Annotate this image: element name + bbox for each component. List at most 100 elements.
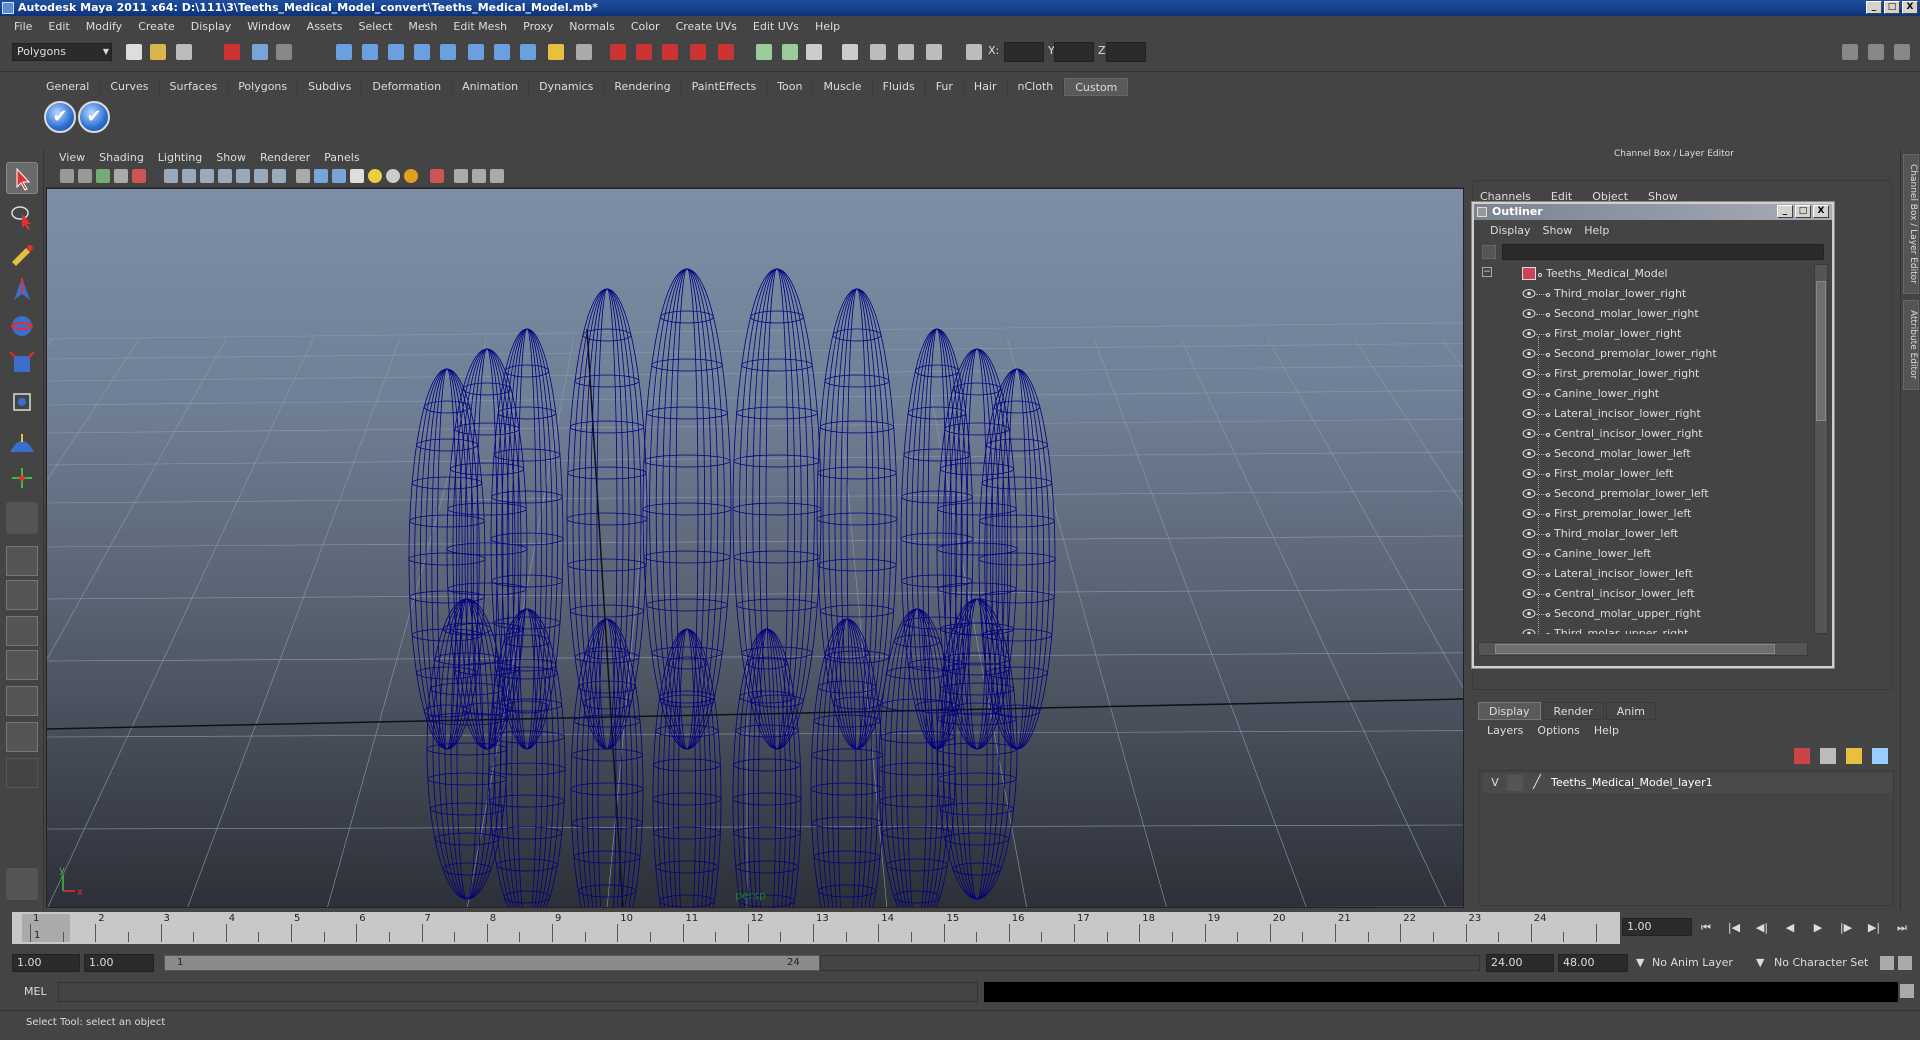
ipr-render-icon[interactable] <box>636 44 652 60</box>
shelf-tab-fur[interactable]: Fur <box>925 78 964 96</box>
show-hide-tool-settings-icon[interactable] <box>1868 44 1884 60</box>
shelf-tab-curves[interactable]: Curves <box>100 78 160 96</box>
animation-start-field[interactable]: 1.00 <box>12 954 80 972</box>
outliner-item[interactable]: Central_incisor_lower_right <box>1478 424 1808 444</box>
outliner-item[interactable]: Lateral_incisor_lower_left <box>1478 564 1808 584</box>
paint-select-tool-icon[interactable] <box>6 238 38 270</box>
menu-edit[interactable]: Edit <box>40 20 77 33</box>
outliner-item[interactable]: Second_molar_lower_right <box>1478 304 1808 324</box>
layer-playback-toggle[interactable] <box>1507 775 1523 791</box>
save-scene-icon[interactable] <box>176 44 192 60</box>
outliner-item[interactable]: Central_incisor_lower_left <box>1478 584 1808 604</box>
shelf-tab-custom[interactable]: Custom <box>1064 78 1129 96</box>
safe-action-icon[interactable] <box>254 169 268 183</box>
output-ops-icon[interactable] <box>782 44 798 60</box>
new-layer-icon[interactable] <box>1794 748 1810 764</box>
tooth-mesh[interactable] <box>732 268 822 750</box>
shelf-tab-subdivs[interactable]: Subdivs <box>298 78 363 96</box>
go-to-start-icon[interactable]: ⏮ <box>1698 921 1714 935</box>
step-forward-frame-icon[interactable]: |▶ <box>1838 921 1854 935</box>
layout-collapse-icon[interactable] <box>6 758 38 788</box>
custom-shelf-button-2[interactable]: ✔ <box>78 101 110 133</box>
outliner-item[interactable]: Second_premolar_lower_right <box>1478 344 1808 364</box>
character-set-dropdown[interactable]: No Character Set <box>1774 954 1868 972</box>
menu-mesh[interactable]: Mesh <box>400 20 445 33</box>
smooth-shading-icon[interactable] <box>314 169 328 183</box>
soft-modification-icon[interactable] <box>6 426 38 458</box>
layer-tab-anim[interactable]: Anim <box>1605 702 1656 720</box>
snap-surface-icon[interactable] <box>440 44 456 60</box>
shelf-tab-rendering[interactable]: Rendering <box>604 78 682 96</box>
hypershade-icon[interactable] <box>690 44 706 60</box>
select-tool-icon[interactable] <box>6 162 38 194</box>
rotate-tool-icon[interactable] <box>6 310 38 342</box>
maximize-button[interactable]: □ <box>1884 1 1900 14</box>
char-set-chevron-icon[interactable]: ▼ <box>1756 954 1764 972</box>
range-slider-track[interactable] <box>820 955 1480 971</box>
playback-end-field[interactable]: 24.00 <box>1486 954 1554 972</box>
isolate-select-icon[interactable] <box>430 169 444 183</box>
outliner-menu-display[interactable]: Display <box>1484 224 1537 237</box>
outliner-item[interactable]: Lateral_incisor_lower_right <box>1478 404 1808 424</box>
outliner-item[interactable]: Canine_lower_right <box>1478 384 1808 404</box>
layer-menu-options[interactable]: Options <box>1530 724 1586 737</box>
image-plane-icon[interactable] <box>114 169 128 183</box>
step-back-key-icon[interactable]: |◀ <box>1726 921 1742 935</box>
shelf-tab-muscle[interactable]: Muscle <box>813 78 873 96</box>
menu-proxy[interactable]: Proxy <box>515 20 561 33</box>
shelf-tab-deformation[interactable]: Deformation <box>362 78 453 96</box>
script-editor-icon[interactable] <box>1900 984 1914 998</box>
outliner-horizontal-scrollbar[interactable] <box>1478 642 1808 656</box>
outliner-search-input[interactable] <box>1502 244 1824 260</box>
tooth-mesh[interactable] <box>936 348 1018 750</box>
tooth-mesh[interactable] <box>732 628 802 908</box>
outliner-root-row[interactable]: − Teeths_Medical_Model <box>1478 264 1808 284</box>
shelf-tab-painteffects[interactable]: PaintEffects <box>681 78 768 96</box>
teeth-wireframe-model[interactable] <box>408 268 1056 908</box>
history-icon[interactable] <box>468 44 484 60</box>
move-tool-icon[interactable] <box>6 274 38 306</box>
outliner-minimize-button[interactable]: _ <box>1777 205 1793 218</box>
field-chart-icon[interactable] <box>236 169 250 183</box>
bookmark-icon[interactable] <box>96 169 110 183</box>
outliner-vertical-scrollbar[interactable] <box>1814 264 1828 634</box>
shelf-tab-surfaces[interactable]: Surfaces <box>159 78 229 96</box>
auto-key-icon[interactable] <box>1880 956 1894 970</box>
menu-assets[interactable]: Assets <box>299 20 351 33</box>
snap-curve-icon[interactable] <box>362 44 378 60</box>
outliner-item[interactable]: First_premolar_lower_right <box>1478 364 1808 384</box>
textured-icon[interactable] <box>350 169 364 183</box>
layer-visibility-toggle[interactable]: V <box>1487 775 1503 791</box>
layer-tab-render[interactable]: Render <box>1542 702 1604 720</box>
outliner-item[interactable]: First_molar_lower_right <box>1478 324 1808 344</box>
shelf-tab-hair[interactable]: Hair <box>963 78 1008 96</box>
outliner-menu-show[interactable]: Show <box>1537 224 1579 237</box>
shelf-tab-general[interactable]: General <box>36 78 101 96</box>
snap-plane-icon[interactable] <box>414 44 430 60</box>
layer-color-swatch-icon[interactable]: ╱ <box>1533 775 1541 790</box>
tab-attribute-editor[interactable]: Attribute Editor <box>1903 300 1919 390</box>
menu-display[interactable]: Display <box>183 20 240 33</box>
film-gate-icon[interactable] <box>182 169 196 183</box>
persp-graph-layout-icon[interactable] <box>6 650 38 680</box>
shelf-tab-ncloth[interactable]: nCloth <box>1007 78 1065 96</box>
outliner-item[interactable]: Canine_lower_left <box>1478 544 1808 564</box>
shelf-tab-fluids[interactable]: Fluids <box>872 78 926 96</box>
gate-mask-icon[interactable] <box>218 169 232 183</box>
filter-icon[interactable] <box>1482 245 1496 259</box>
shelf-tab-polygons[interactable]: Polygons <box>228 78 299 96</box>
outliner-item[interactable]: Second_molar_upper_right <box>1478 604 1808 624</box>
time-slider[interactable]: 1 1 2 3 4 5 6 7 8 9 10 11 12 13 14 15 16 17 18 19 20 21 22 23 2… <box>12 912 1620 944</box>
channel-icon[interactable] <box>806 44 822 60</box>
layer-row[interactable]: V ╱ Teeths_Medical_Model_layer1 <box>1483 773 1893 793</box>
minimize-button[interactable]: _ <box>1866 1 1882 14</box>
menu-color[interactable]: Color <box>623 20 668 33</box>
input-ops-icon[interactable] <box>756 44 772 60</box>
perspective-viewport[interactable]: y x persp <box>46 188 1464 908</box>
menu-edit-mesh[interactable]: Edit Mesh <box>445 20 515 33</box>
new-layer-selected-icon[interactable] <box>1820 748 1836 764</box>
tooth-mesh[interactable] <box>652 628 722 908</box>
tooth-mesh[interactable] <box>878 608 956 908</box>
four-view-layout-icon[interactable] <box>6 580 38 610</box>
collapse-icon[interactable]: − <box>1482 267 1492 277</box>
